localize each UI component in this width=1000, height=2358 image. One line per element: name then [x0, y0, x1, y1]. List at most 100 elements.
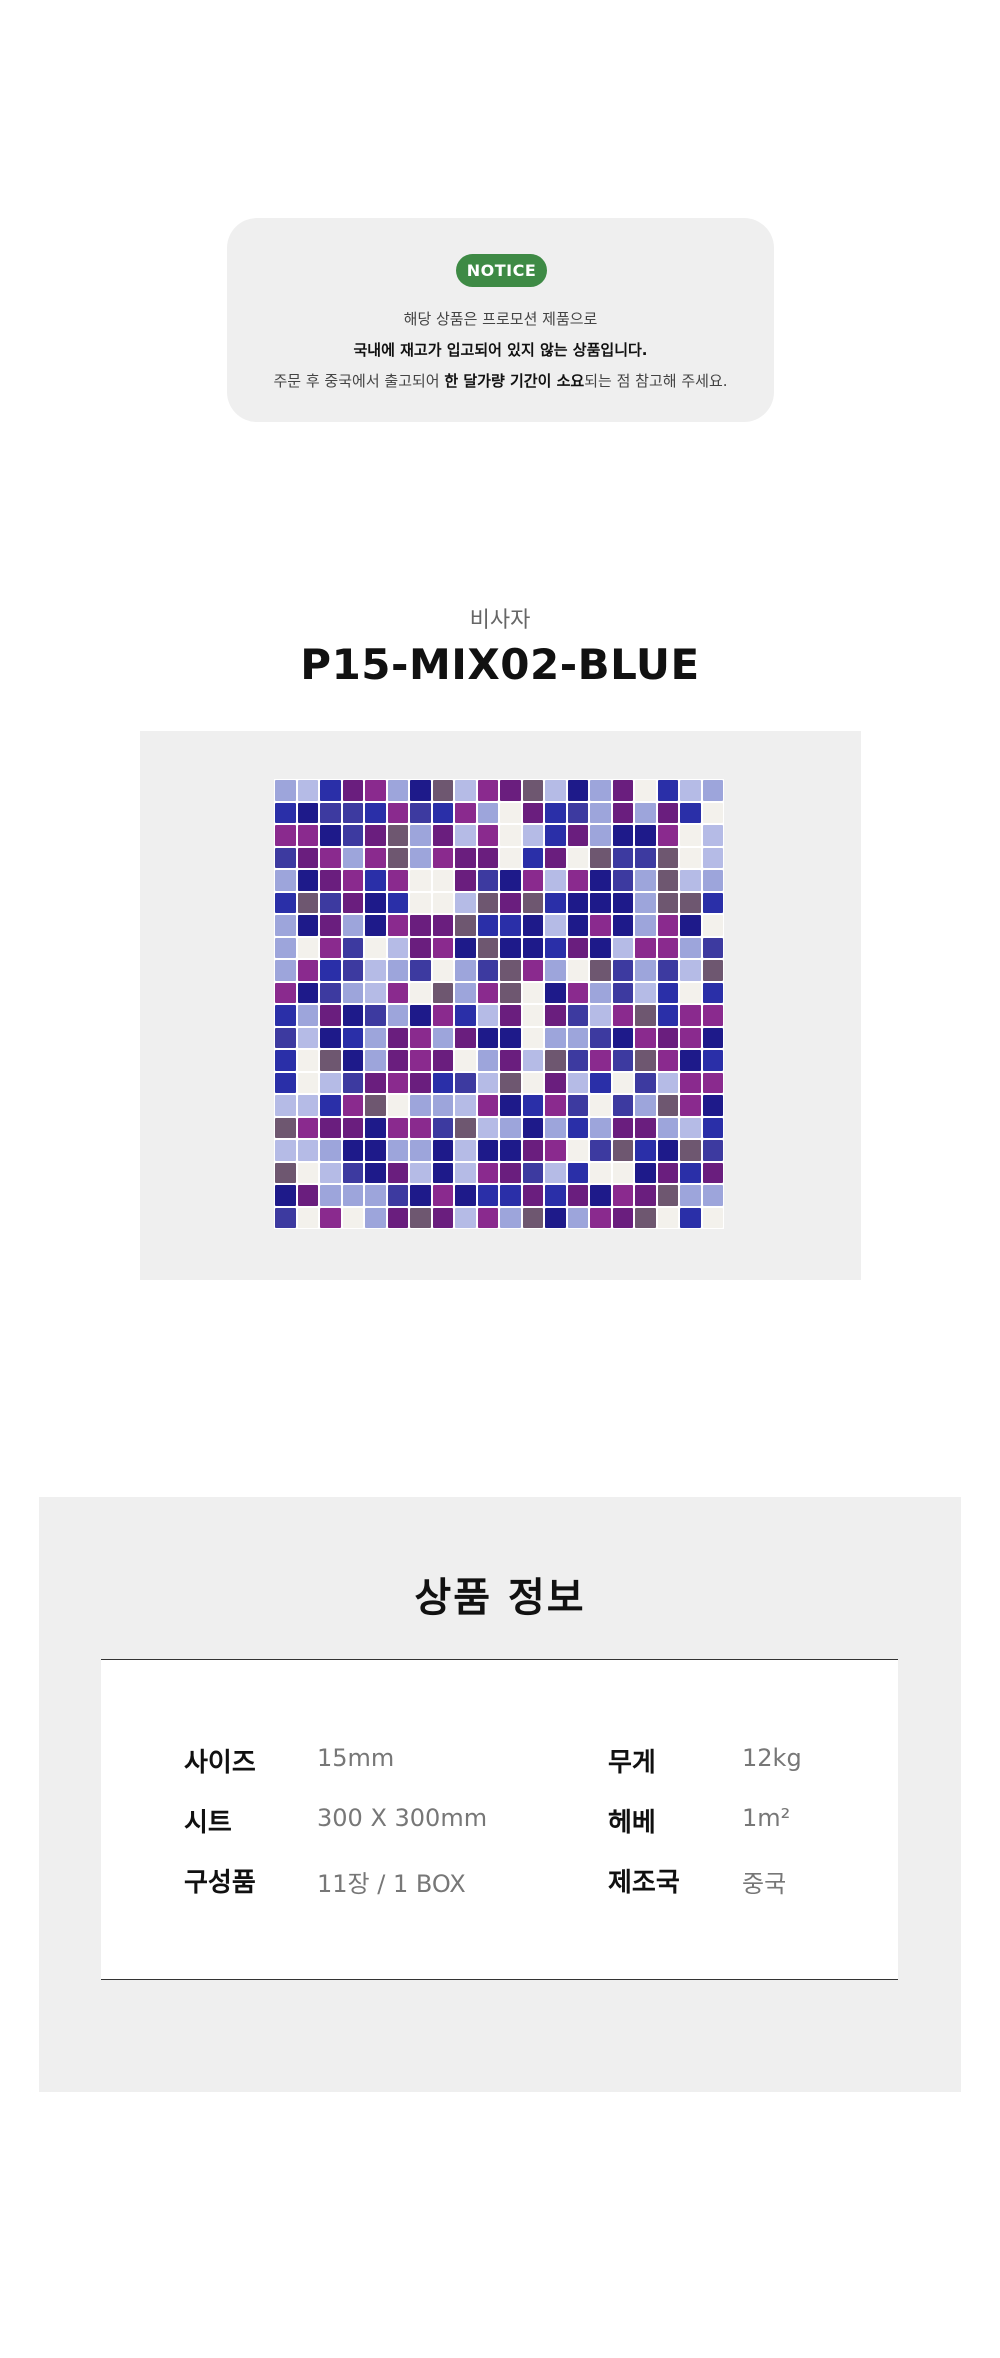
mosaic-tile [387, 825, 408, 846]
mosaic-tile [387, 1185, 408, 1206]
mosaic-tile [567, 802, 588, 823]
mosaic-tile [387, 982, 408, 1003]
mosaic-tile [635, 1140, 656, 1161]
mosaic-tile [477, 825, 498, 846]
mosaic-tile [590, 780, 611, 801]
mosaic-tile [545, 1185, 566, 1206]
mosaic-tile [657, 1207, 678, 1228]
mosaic-tile [432, 1095, 453, 1116]
mosaic-tile [455, 937, 476, 958]
mosaic-tile [612, 915, 633, 936]
mosaic-tile [387, 802, 408, 823]
mosaic-tile [680, 780, 701, 801]
mosaic-tile [590, 1185, 611, 1206]
mosaic-tile [365, 1185, 386, 1206]
mosaic-tile [275, 982, 296, 1003]
mosaic-tile [545, 1050, 566, 1071]
spec-label-origin: 제조국 [608, 1868, 680, 1898]
mosaic-tile [387, 1162, 408, 1183]
mosaic-tile [365, 892, 386, 913]
mosaic-tile [567, 982, 588, 1003]
mosaic-tile [387, 847, 408, 868]
mosaic-tile [410, 892, 431, 913]
mosaic-tile [702, 1162, 723, 1183]
mosaic-tile [500, 1050, 521, 1071]
mosaic-tile [702, 982, 723, 1003]
mosaic-tile [680, 1162, 701, 1183]
mosaic-tile [275, 892, 296, 913]
mosaic-tile [657, 1140, 678, 1161]
mosaic-tile [500, 1117, 521, 1138]
mosaic-tile [365, 960, 386, 981]
mosaic-tile [342, 892, 363, 913]
mosaic-tile [477, 960, 498, 981]
mosaic-tile [590, 892, 611, 913]
mosaic-tile [387, 1140, 408, 1161]
mosaic-tile [702, 847, 723, 868]
mosaic-tile [590, 1117, 611, 1138]
mosaic-tile [365, 937, 386, 958]
mosaic-tile [477, 892, 498, 913]
mosaic-tile [612, 1140, 633, 1161]
mosaic-tile [455, 1117, 476, 1138]
mosaic-tile [432, 1050, 453, 1071]
mosaic-tile [680, 825, 701, 846]
mosaic-tile [320, 1207, 341, 1228]
mosaic-tile [365, 870, 386, 891]
mosaic-tile [702, 960, 723, 981]
mosaic-tile [612, 1050, 633, 1071]
mosaic-tile [567, 825, 588, 846]
mosaic-tile [590, 825, 611, 846]
mosaic-tile [522, 1005, 543, 1026]
mosaic-tile [500, 1027, 521, 1048]
mosaic-tile [432, 1005, 453, 1026]
mosaic-tile [522, 1207, 543, 1228]
mosaic-tile [657, 802, 678, 823]
mosaic-tile [590, 982, 611, 1003]
mosaic-tile [477, 1140, 498, 1161]
spec-value-contents: 11장 / 1 BOX [317, 1870, 466, 1898]
mosaic-tile [612, 937, 633, 958]
mosaic-tile [297, 1095, 318, 1116]
mosaic-tile [635, 915, 656, 936]
mosaic-tile [680, 1005, 701, 1026]
mosaic-tile [320, 1095, 341, 1116]
spec-value-area: 1m² [742, 1804, 791, 1832]
mosaic-tile [680, 1095, 701, 1116]
spec-label-size: 사이즈 [184, 1748, 256, 1778]
spec-label-area: 헤베 [608, 1808, 656, 1838]
mosaic-tile [342, 1117, 363, 1138]
mosaic-tile [455, 1005, 476, 1026]
mosaic-tile [432, 847, 453, 868]
info-title: 상품 정보 [414, 1575, 586, 1621]
mosaic-tile [567, 1185, 588, 1206]
mosaic-tile [320, 1050, 341, 1071]
mosaic-tile [545, 1095, 566, 1116]
mosaic-tile [320, 825, 341, 846]
mosaic-tile [680, 892, 701, 913]
mosaic-tile [545, 982, 566, 1003]
spec-label-contents: 구성품 [184, 1868, 256, 1898]
mosaic-tile [297, 982, 318, 1003]
mosaic-tile [680, 1140, 701, 1161]
mosaic-tile [545, 1207, 566, 1228]
mosaic-tile [635, 802, 656, 823]
spec-table: 사이즈 15mm 무게 12kg 시트 300 X 300mm 헤베 1m² 구… [101, 1659, 898, 1980]
mosaic-tile [342, 1207, 363, 1228]
mosaic-tile [657, 960, 678, 981]
product-code: P15-MIX02-BLUE [300, 640, 700, 689]
mosaic-tile [590, 1140, 611, 1161]
mosaic-tile [297, 1072, 318, 1093]
mosaic-tile [522, 915, 543, 936]
mosaic-tile [387, 870, 408, 891]
mosaic-tile [657, 1095, 678, 1116]
mosaic-tile [320, 915, 341, 936]
mosaic-tile [297, 1027, 318, 1048]
mosaic-tile [297, 1005, 318, 1026]
mosaic-tile [455, 1185, 476, 1206]
mosaic-tile [297, 1162, 318, 1183]
mosaic-tile [432, 960, 453, 981]
mosaic-tile [410, 825, 431, 846]
mosaic-tile [342, 960, 363, 981]
mosaic-tile [365, 802, 386, 823]
